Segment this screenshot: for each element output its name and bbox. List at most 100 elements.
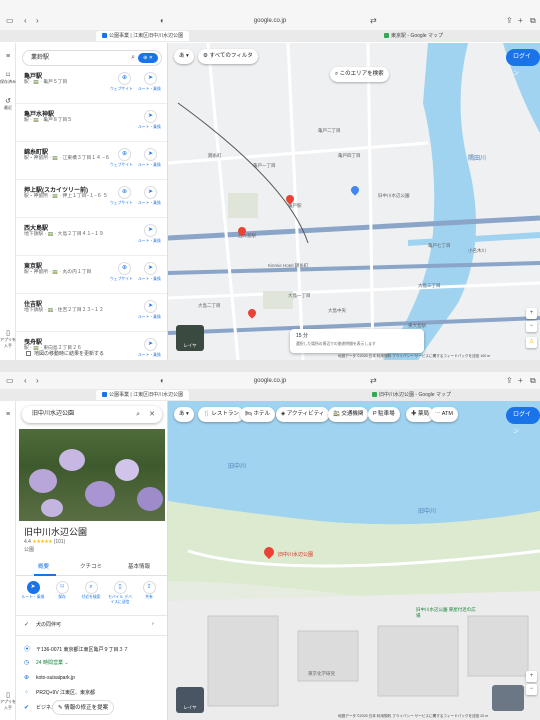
travel-time-value[interactable]: 15 分 [296,332,308,339]
map-overlay-icon-button[interactable]: あ ▾ [174,49,194,64]
directions-button-label[interactable]: ルート・乗換 [138,87,161,92]
directions-button-label[interactable]: ルート・乗換 [138,125,161,130]
map-canvas[interactable]: 亀戸一丁目 亀戸駅 旧中川水辺公園 西大島駅 大島二丁目 大島一丁目 大島中央 … [168,43,540,360]
place-photo[interactable] [19,429,165,521]
sidebar-toggle-icon[interactable]: ▭ [6,14,14,28]
list-item[interactable]: 亀戸駅駅 · 🚃 · 亀戸５丁目 ⊕ ウェブサイト ➤ ルート・乗換 [16,66,167,104]
directions-button[interactable]: ➤ ルート・乗換 [20,581,46,600]
tab-park[interactable]: 公園事業 | 江東区旧中川水辺公園 [96,390,190,400]
directions-icon[interactable]: ➤ [144,186,157,199]
rail-get-app[interactable]: ▯ アプリを入手 [0,329,16,349]
privacy-icon[interactable]: ◐ [160,14,165,28]
tab-maps[interactable]: 東京駅 - Google マップ [384,31,443,41]
search-icon[interactable]: ⌕ [131,51,135,65]
tab-about[interactable]: 基本情報 [128,562,150,570]
restaurants-chip[interactable]: 🍴 レストラン [198,407,244,422]
plus-code-row[interactable]: ⁘ PR2Q+9V 江東区、東京都 [24,689,95,696]
list-item[interactable]: 西大島駅 地下鉄駅 · 🚃 · 大島２丁目４１−１９ ➤ ルート・乗換 [16,218,167,256]
save-button[interactable]: ⌑ 保存 [49,581,75,600]
directions-icon[interactable]: ➤ [144,224,157,237]
website-button-label[interactable]: ウェブサイト [110,277,133,282]
street-view-thumbnail[interactable] [492,685,524,711]
address-row[interactable]: ⦿ 〒136-0071 東京都江東区亀戸９丁目３７ [24,644,129,653]
nearby-button[interactable]: ⌕ 付近を検索 [78,581,104,600]
share-icon[interactable]: ⇪ [506,14,513,28]
send-to-phone-button[interactable]: ▯ モバイル デバイスに送信 [107,581,133,605]
share-icon[interactable]: ⇪ [506,374,513,388]
login-button[interactable]: ログイン [506,49,540,77]
map-overlay-icon-button[interactable]: あ ▾ [174,407,194,422]
list-item[interactable]: 住吉駅 地下鉄駅 · 🚃 · 住吉２丁目２３−１２ ➤ ルート・乗換 [16,294,167,332]
directions-icon[interactable]: ➤ [144,338,157,351]
atm-chip[interactable]: ⋯ ATM [430,407,458,422]
list-item[interactable]: 東京駅 駅・神留所 · 🚃 · 丸の内１丁目 ⊕ ウェブサイト ➤ ルート・乗換 [16,256,167,294]
address-bar[interactable]: google.co.jp [230,16,310,26]
filter-all-button[interactable]: ⚙ すべてのフィルタ [198,49,258,64]
tabs-icon[interactable]: ⧉ [530,14,536,28]
rail-saved[interactable]: ⌑ 保存済み [0,71,16,85]
close-icon[interactable]: ✕ [149,406,155,423]
new-tab-icon[interactable]: + [518,374,523,388]
directions-icon[interactable]: ➤ [144,262,157,275]
website-row[interactable]: ⊕ koto-suisaipark.jp [24,674,75,681]
tab-maps[interactable]: 旧中川水辺公園 - Google マップ [372,390,451,400]
sidebar-toggle-icon[interactable]: ▭ [6,374,14,388]
layer-button[interactable]: レイヤ [176,325,204,351]
directions-icon[interactable]: ➤ [144,72,157,85]
menu-button[interactable]: ≡ [0,53,16,60]
forward-icon[interactable]: › [36,14,39,28]
suggest-edit-button[interactable]: ✎ 情報の修正を提案 [52,700,115,715]
zoom-in-button[interactable]: + [526,308,537,319]
place-category[interactable]: 公園 [24,546,34,553]
clear-search-button[interactable]: ⊕ ✕ [138,53,158,63]
website-icon[interactable]: ⊕ [118,186,131,199]
rail-recent[interactable]: ↺ 最近 [0,97,16,111]
street-view-icon[interactable]: ♙ [526,337,537,348]
dog-friendly-row[interactable]: ✓ 犬の同伴可 › [24,621,154,628]
translate-icon[interactable]: ⇄ [370,374,377,388]
website-button-label[interactable]: ウェブサイト [110,87,133,92]
list-item[interactable]: 押上駅(スカイツリー前) 駅・神留所 · 🚃 · 押上１丁目−１−６ ５ ⊕ ウェブサ… [16,180,167,218]
directions-button-label[interactable]: ルート・乗換 [138,315,161,320]
website-button-label[interactable]: ウェブサイト [110,201,133,206]
hotels-chip[interactable]: 🛏 ホテル [240,407,276,422]
rail-get-app[interactable]: ▯ アプリを入手 [0,691,16,711]
website-icon[interactable]: ⊕ [118,72,131,85]
layer-button[interactable]: レイヤ [176,687,204,713]
checkbox-icon[interactable] [26,351,31,357]
search-icon[interactable]: ⌕ [136,406,140,423]
directions-button-label[interactable]: ルート・乗換 [138,239,161,244]
directions-icon[interactable]: ➤ [144,300,157,313]
login-button[interactable]: ログイン [506,407,540,435]
rating[interactable]: 4.4 ★★★★★ (101) [24,539,65,545]
forward-icon[interactable]: › [36,374,39,388]
tab-reviews[interactable]: クチコミ [80,562,102,570]
transit-chip[interactable]: 🚉 交通機関 [328,407,369,422]
directions-button-label[interactable]: ルート・乗換 [138,201,161,206]
list-item[interactable]: 錦糸町駅 駅・神留所 · 🚃 · 江東橋３丁目１４ −６ ⊕ ウェブサイト ➤ ルート・乗… [16,142,167,180]
hours-row[interactable]: ◷ 24 時間営業 ⌄ [24,659,69,666]
activities-chip[interactable]: ◈ アクティビティ [276,407,330,422]
new-tab-icon[interactable]: + [518,14,523,28]
map-canvas[interactable]: 旧中川 旧中川 旧中川水辺公園 旧中川水辺公園 東屋付近の広場 東京化学研究 あ… [168,401,540,720]
website-icon[interactable]: ⊕ [118,148,131,161]
travel-time-panel[interactable]: 15 分 選択した場所の周辺での旅途時間を表示します [290,329,424,353]
directions-icon[interactable]: ➤ [144,110,157,123]
directions-button-label[interactable]: ルート・乗換 [138,163,161,168]
directions-button-label[interactable]: ルート・乗換 [138,277,161,282]
website-button-label[interactable]: ウェブサイト [110,163,133,168]
share-button[interactable]: ⇪ 共有 [136,581,162,600]
zoom-out-button[interactable]: − [526,684,537,695]
tabs-icon[interactable]: ⧉ [530,374,536,388]
privacy-icon[interactable]: ◐ [160,374,165,388]
back-icon[interactable]: ‹ [24,14,27,28]
menu-button[interactable]: ≡ [0,411,16,418]
list-item[interactable]: 亀戸水神駅駅 · 🚃 · 亀戸８丁目５ ➤ ルート・乗換 [16,104,167,142]
tab-park[interactable]: 公園事業 | 江東区旧中川水辺公園 [96,31,190,41]
directions-icon[interactable]: ➤ [144,148,157,161]
website-icon[interactable]: ⊕ [118,262,131,275]
search-this-area-button[interactable]: ⌕ このエリアを検索 [330,67,389,82]
parking-chip[interactable]: P 駐車場 [368,407,400,422]
search-box[interactable]: 業鈴駅 ⌕ ⊕ ✕ [22,50,162,66]
address-bar[interactable]: google.co.jp [230,376,310,386]
